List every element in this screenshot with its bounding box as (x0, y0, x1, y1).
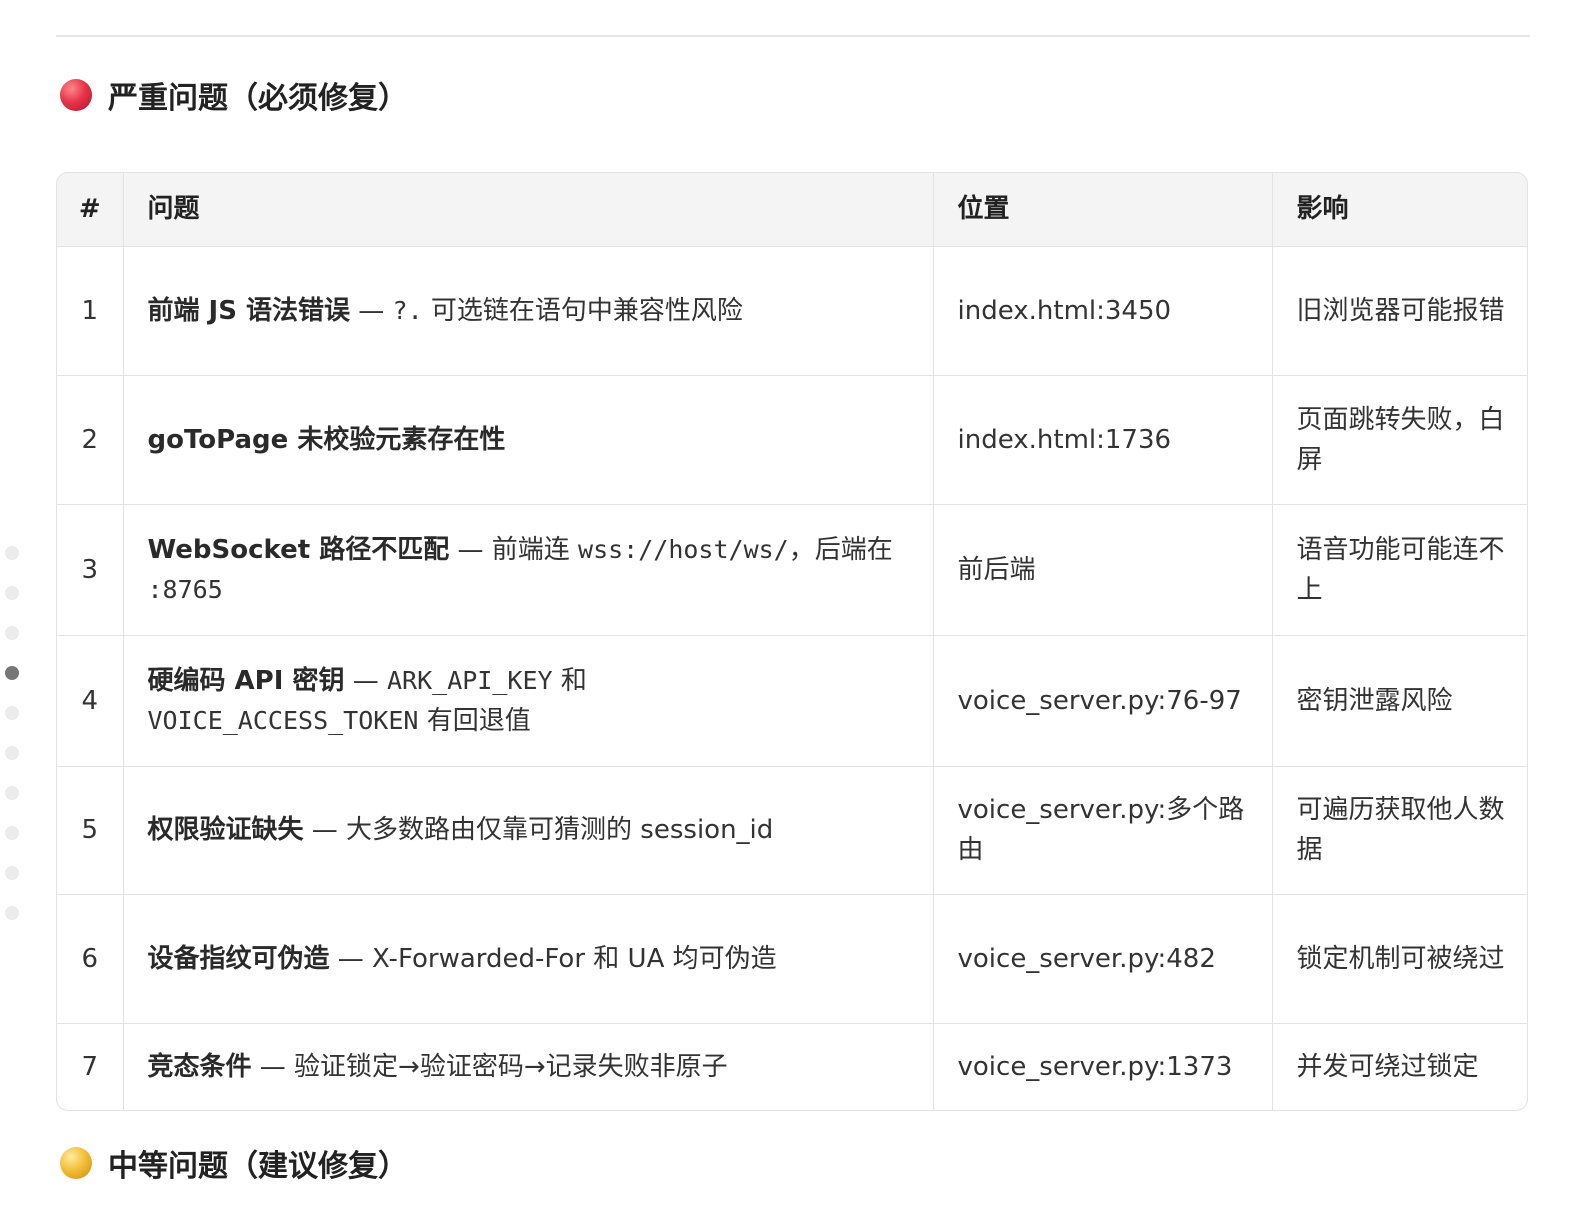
issue-text: 有回退值 (418, 705, 531, 736)
issue-text: 和 (552, 665, 587, 696)
row-impact: 可遍历获取他人数据 (1272, 766, 1527, 895)
issue-text: — (350, 295, 393, 326)
yellow-circle-icon (60, 1147, 92, 1179)
row-num: 4 (57, 635, 124, 767)
row-impact: 语音功能可能连不上 (1272, 504, 1527, 636)
page-indicator (5, 546, 19, 946)
page-dot[interactable] (5, 866, 19, 880)
table-header-row: # 问题 位置 影响 (57, 173, 1527, 247)
row-num: 3 (57, 504, 124, 636)
row-impact: 旧浏览器可能报错 (1272, 246, 1527, 376)
page-dot[interactable] (5, 746, 19, 760)
row-location: voice_server.py:482 (933, 894, 1273, 1024)
critical-issues-table: # 问题 位置 影响 1 前端 JS 语法错误 — ?. 可选链在语句中兼容性风… (56, 172, 1528, 1111)
issue-text: 可选链在语句中兼容性风险 (422, 295, 743, 326)
row-location: voice_server.py:76-97 (933, 635, 1273, 767)
row-impact: 密钥泄露风险 (1272, 635, 1527, 767)
issue-title: 竞态条件 (147, 1052, 252, 1083)
row-location: index.html:1736 (933, 375, 1273, 505)
row-issue: 硬编码 API 密钥 — ARK_API_KEY 和 VOICE_ACCESS_… (123, 635, 934, 767)
table-row: 3 WebSocket 路径不匹配 — 前端连 wss://host/ws/，后… (57, 504, 1527, 636)
row-location: voice_server.py:1373 (933, 1023, 1273, 1110)
page-dot-active[interactable] (5, 666, 19, 680)
row-issue: 前端 JS 语法错误 — ?. 可选链在语句中兼容性风险 (123, 246, 934, 376)
header-location: 位置 (933, 173, 1273, 247)
table-row: 6 设备指纹可伪造 — X-Forwarded-For 和 UA 均可伪造 vo… (57, 894, 1527, 1024)
row-issue: goToPage 未校验元素存在性 (123, 375, 934, 505)
red-circle-icon (60, 79, 92, 111)
issue-title: 权限验证缺失 (147, 815, 304, 845)
row-location: voice_server.py:多个路由 (933, 766, 1273, 895)
table-row: 2 goToPage 未校验元素存在性 index.html:1736 页面跳转… (57, 375, 1527, 505)
header-impact: 影响 (1272, 173, 1527, 247)
table-row: 1 前端 JS 语法错误 — ?. 可选链在语句中兼容性风险 index.htm… (57, 246, 1527, 376)
issue-code: ARK_API_KEY (387, 665, 553, 695)
row-issue: 权限验证缺失 — 大多数路由仅靠可猜测的 session_id (123, 766, 934, 895)
row-num: 2 (57, 375, 124, 505)
issue-text: — 前端连 (449, 534, 579, 565)
table-row: 7 竞态条件 — 验证锁定→验证密码→记录失败非原子 voice_server.… (57, 1023, 1527, 1110)
issue-code: wss://host/ws/ (578, 534, 789, 564)
row-issue: 设备指纹可伪造 — X-Forwarded-For 和 UA 均可伪造 (123, 894, 934, 1024)
page-dot[interactable] (5, 546, 19, 560)
issue-title: WebSocket 路径不匹配 (147, 534, 450, 565)
header-num: # (57, 173, 124, 247)
issue-code: ?. (392, 295, 423, 325)
issue-text: — 验证锁定→验证密码→记录失败非原子 (251, 1052, 728, 1083)
row-num: 6 (57, 894, 124, 1024)
row-num: 5 (57, 766, 124, 895)
page-dot[interactable] (5, 626, 19, 640)
row-impact: 并发可绕过锁定 (1296, 1052, 1479, 1083)
section-heading-critical: 严重问题（必须修复） (60, 70, 408, 120)
issue-code: VOICE_ACCESS_TOKEN (147, 705, 419, 735)
page-dot[interactable] (5, 906, 19, 920)
page-dot[interactable] (5, 586, 19, 600)
page-dot[interactable] (5, 706, 19, 720)
row-issue: 竞态条件 — 验证锁定→验证密码→记录失败非原子 (123, 1023, 934, 1110)
section-heading-medium: 中等问题（建议修复） (60, 1138, 408, 1188)
row-location: index.html:3450 (933, 246, 1273, 376)
section-title-critical: 严重问题（必须修复） (108, 81, 408, 116)
issue-title: goToPage 未校验元素存在性 (147, 424, 506, 455)
page-dot[interactable] (5, 826, 19, 840)
issue-title: 硬编码 API 密钥 (147, 665, 345, 696)
issue-title: 设备指纹可伪造 (147, 943, 330, 974)
issue-text: ，后端在 (788, 534, 893, 565)
row-location: 前后端 (933, 504, 1273, 636)
issue-title: 前端 JS 语法错误 (147, 295, 351, 326)
row-num: 1 (57, 246, 124, 376)
table-row: 4 硬编码 API 密钥 — ARK_API_KEY 和 VOICE_ACCES… (57, 635, 1527, 767)
section-title-medium: 中等问题（建议修复） (108, 1149, 408, 1184)
issue-code: :8765 (147, 574, 223, 604)
issue-text: — (344, 665, 387, 696)
issue-text: — 大多数路由仅靠可猜测的 session_id (303, 815, 774, 845)
row-impact: 锁定机制可被绕过 (1272, 894, 1527, 1024)
table-row: 5 权限验证缺失 — 大多数路由仅靠可猜测的 session_id voice_… (57, 766, 1527, 895)
header-issue: 问题 (123, 173, 934, 247)
page-dot[interactable] (5, 786, 19, 800)
row-num: 7 (57, 1023, 124, 1110)
row-issue: WebSocket 路径不匹配 — 前端连 wss://host/ws/，后端在… (123, 504, 934, 636)
top-divider (56, 35, 1530, 37)
issue-text: — X-Forwarded-For 和 UA 均可伪造 (329, 943, 777, 974)
row-impact: 页面跳转失败，白屏 (1272, 375, 1527, 505)
